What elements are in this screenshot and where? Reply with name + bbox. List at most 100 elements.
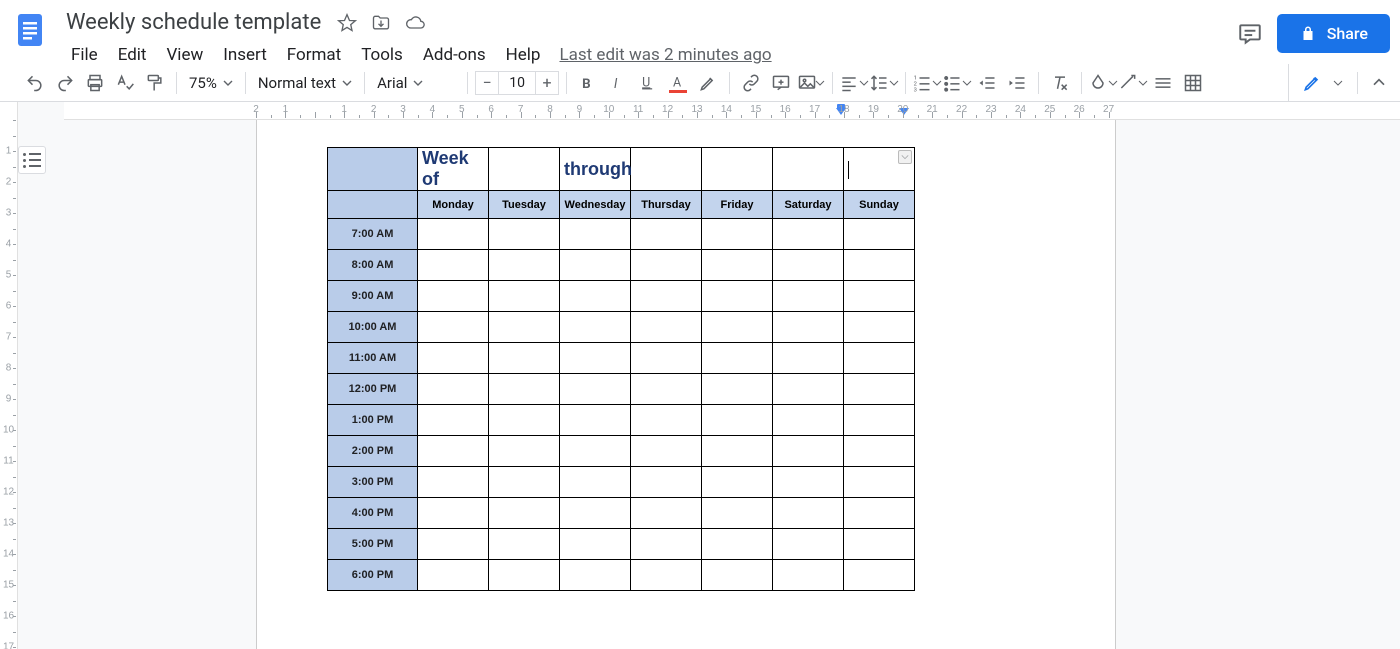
schedule-cell[interactable] [773,312,844,343]
schedule-cell[interactable] [702,281,773,312]
through-label[interactable]: through [560,148,631,191]
schedule-cell[interactable] [773,343,844,374]
schedule-cell[interactable] [702,529,773,560]
schedule-cell[interactable] [489,467,560,498]
schedule-cell[interactable] [560,498,631,529]
schedule-cell[interactable] [631,467,702,498]
time-label[interactable]: 1:00 PM [328,405,418,436]
menu-format[interactable]: Format [278,41,350,69]
insert-link-button[interactable] [736,68,766,98]
time-label[interactable]: 12:00 PM [328,374,418,405]
undo-button[interactable] [20,68,50,98]
document-outline-button[interactable] [18,146,46,174]
schedule-cell[interactable] [489,405,560,436]
spellcheck-button[interactable] [110,68,140,98]
schedule-cell[interactable] [631,250,702,281]
border-width-button[interactable] [1118,68,1148,98]
font-size-increase[interactable]: + [535,71,559,95]
schedule-cell[interactable] [489,219,560,250]
share-button[interactable]: Share [1277,14,1390,53]
schedule-cell[interactable] [560,250,631,281]
schedule-cell[interactable] [418,343,489,374]
outdent-button[interactable] [972,68,1002,98]
schedule-cell[interactable] [560,312,631,343]
insert-image-button[interactable] [796,68,826,98]
schedule-cell[interactable] [844,219,915,250]
schedule-cell[interactable] [844,560,915,591]
border-color-button[interactable] [1088,68,1118,98]
day-header[interactable]: Saturday [773,191,844,219]
print-button[interactable] [80,68,110,98]
highlight-button[interactable] [693,68,723,98]
schedule-cell[interactable] [489,529,560,560]
schedule-cell[interactable] [418,498,489,529]
schedule-cell[interactable] [844,498,915,529]
schedule-cell[interactable] [702,405,773,436]
cloud-status-icon[interactable] [405,13,425,33]
open-comments-icon[interactable] [1237,21,1263,47]
week-of-value[interactable] [489,148,560,191]
schedule-cell[interactable] [844,529,915,560]
schedule-cell[interactable] [560,374,631,405]
menu-view[interactable]: View [157,41,212,69]
day-header[interactable]: Friday [702,191,773,219]
schedule-cell[interactable] [702,219,773,250]
schedule-cell[interactable] [418,312,489,343]
time-label[interactable]: 7:00 AM [328,219,418,250]
schedule-cell[interactable] [773,467,844,498]
bulleted-list-button[interactable] [942,68,972,98]
day-header[interactable]: Wednesday [560,191,631,219]
last-edit-link[interactable]: Last edit was 2 minutes ago [559,45,771,65]
border-style-button[interactable] [1148,68,1178,98]
align-button[interactable] [839,68,869,98]
schedule-cell[interactable] [418,560,489,591]
time-label[interactable]: 11:00 AM [328,343,418,374]
schedule-cell[interactable] [418,405,489,436]
schedule-cell[interactable] [631,343,702,374]
document-scroll-area[interactable]: 2112345678910111213141516171819202122232… [64,102,1400,649]
through-value[interactable] [631,148,702,191]
schedule-cell[interactable] [773,374,844,405]
schedule-cell[interactable] [418,250,489,281]
page[interactable]: Week of through Monday Tuesday Wednesday [256,120,1116,649]
schedule-cell[interactable] [560,436,631,467]
horizontal-ruler[interactable]: 2112345678910111213141516171819202122232… [64,102,1400,120]
time-label[interactable]: 10:00 AM [328,312,418,343]
italic-button[interactable]: I [603,68,633,98]
schedule-cell[interactable] [560,281,631,312]
day-header[interactable]: Monday [418,191,489,219]
bold-button[interactable]: B [573,68,603,98]
schedule-cell[interactable] [418,529,489,560]
menu-tools[interactable]: Tools [352,41,412,69]
time-label[interactable]: 9:00 AM [328,281,418,312]
schedule-cell[interactable] [844,436,915,467]
schedule-cell[interactable] [560,529,631,560]
schedule-cell[interactable] [631,529,702,560]
time-label[interactable]: 5:00 PM [328,529,418,560]
schedule-cell[interactable] [844,250,915,281]
day-header[interactable]: Thursday [631,191,702,219]
time-label[interactable]: 2:00 PM [328,436,418,467]
schedule-cell[interactable] [773,405,844,436]
schedule-cell[interactable] [560,560,631,591]
menu-edit[interactable]: Edit [109,41,156,69]
week-of-label[interactable]: Week of [418,148,489,191]
schedule-cell[interactable] [631,312,702,343]
font-size-decrease[interactable]: − [475,71,499,95]
cell-options-button[interactable] [1178,68,1208,98]
numbered-list-button[interactable]: 123 [912,68,942,98]
schedule-cell[interactable] [844,467,915,498]
schedule-cell[interactable] [489,560,560,591]
editing-mode-dropdown[interactable] [1288,64,1351,102]
schedule-cell[interactable] [773,250,844,281]
day-header[interactable]: Sunday [844,191,915,219]
schedule-cell[interactable] [773,560,844,591]
schedule-cell[interactable] [631,281,702,312]
schedule-cell[interactable] [702,560,773,591]
schedule-cell[interactable] [560,405,631,436]
schedule-cell[interactable] [418,374,489,405]
zoom-dropdown[interactable]: 75% [183,68,239,98]
schedule-cell[interactable] [702,374,773,405]
schedule-cell[interactable] [702,250,773,281]
schedule-cell[interactable] [844,343,915,374]
